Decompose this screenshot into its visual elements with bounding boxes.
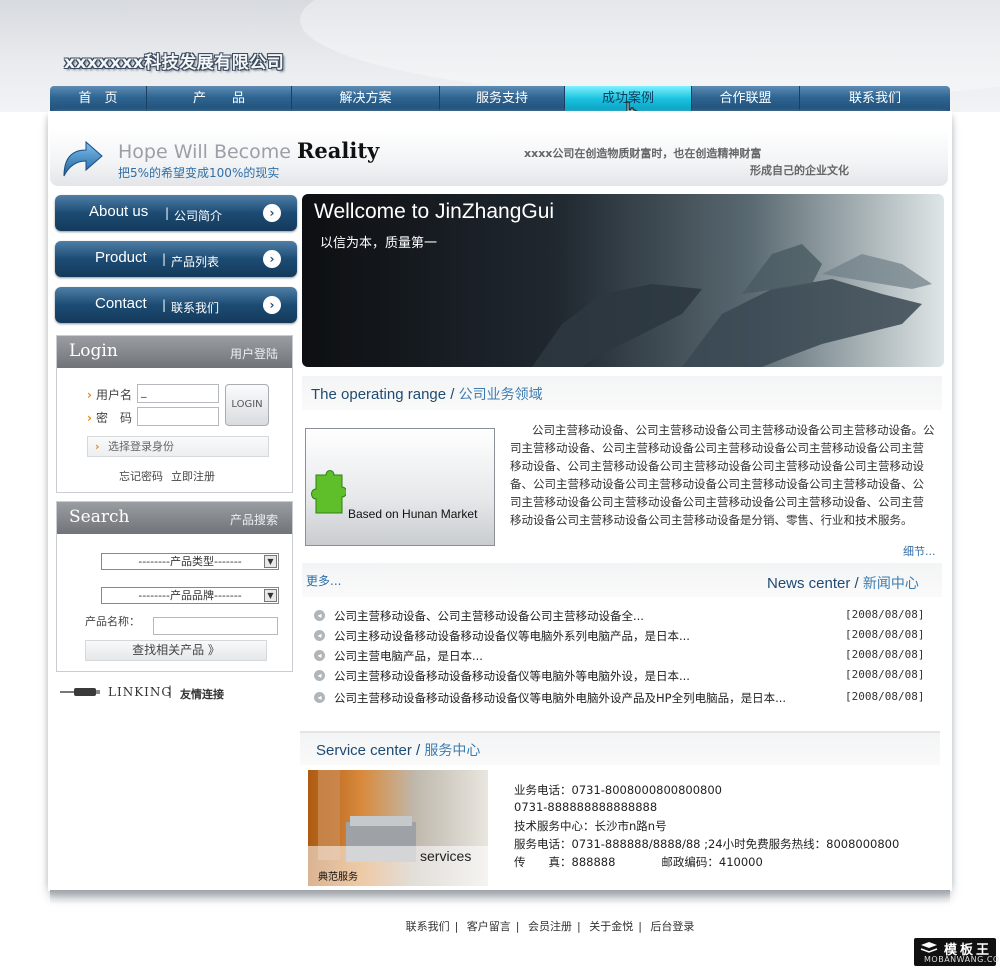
bullet-icon: ◂ (314, 630, 325, 641)
slogan-chinese: 把5%的希望变成100%的现实 (118, 166, 280, 180)
forgot-password-link[interactable]: 忘记密码 (119, 468, 163, 484)
news-title: News center / 新闻中心 (767, 575, 919, 592)
contact-line: 0731-888888888888888 (514, 800, 658, 814)
login-subtitle: 用户登陆 (229, 347, 278, 361)
news-item[interactable]: ◂ 公司主移动设备移动设备移动设备仪等电脑外系列电脑产品，是日本... [200… (314, 627, 934, 645)
contact-line: 业务电话：0731-8008000800800800 (514, 783, 722, 797)
search-panel: Search 产品搜索 --------产品类型------- ▼ ------… (56, 501, 293, 672)
puzzle-piece-icon (311, 470, 346, 514)
services-label: services (420, 848, 472, 864)
contact-line: 技术服务中心：长沙市n路n号 (514, 819, 667, 833)
dropdown-arrow-icon: ▼ (264, 589, 277, 602)
search-subtitle: 产品搜索 (229, 513, 278, 527)
watermark-logo: 模板王 MOBANWANG.COM (914, 938, 1000, 966)
register-link[interactable]: 立即注册 (171, 468, 215, 484)
nav-item-contact[interactable]: 联系我们 (800, 86, 950, 111)
footer-links: 联系我们 | 客户留言 | 会员注册 | 关于金悦 | 后台登录 (405, 920, 695, 933)
slogan-banner: Hope Will Become Reality 把5%的希望变成100%的现实 … (50, 128, 948, 186)
hero-subtitle: 以信为本，质量第一 (320, 236, 438, 251)
service-photo: services 典范服务 (308, 770, 488, 886)
main-nav: 首 页 产 品 解决方案 服务支持 成功案例 合作联盟 联系我们 (50, 86, 950, 111)
cable-plug-icon (60, 688, 100, 696)
nav-item-support[interactable]: 服务支持 (440, 86, 565, 111)
nav-item-solutions[interactable]: 解决方案 (292, 86, 440, 111)
service-title: Service center / 服务中心 (316, 742, 481, 759)
product-button[interactable]: Product | 产品列表 › (55, 241, 297, 277)
username-label: 用户名 (87, 386, 132, 403)
contact-line: 服务电话：0731-888888/8888/88 ;24小时免费服务热线：800… (514, 837, 900, 851)
login-panel-header: Login 用户登陆 (57, 336, 292, 368)
bullet-icon: ◂ (314, 650, 325, 661)
username-input[interactable]: _ (137, 384, 219, 403)
slogan-emphasis: Reality (296, 138, 380, 163)
footer-link-admin[interactable]: 后台登录 (650, 920, 694, 933)
contact-button[interactable]: Contact | 联系我们 › (55, 287, 297, 323)
company-name: xxxxxxx科技发展有限公司 (64, 53, 285, 73)
dropdown-arrow-icon: ▼ (264, 555, 277, 568)
product-name-input[interactable] (153, 617, 278, 635)
nav-item-alliance[interactable]: 合作联盟 (692, 86, 800, 111)
footer-link-message[interactable]: 客户留言 (467, 920, 511, 933)
identity-select[interactable]: 选择登录身份 (87, 436, 269, 457)
footer-link-register[interactable]: 会员注册 (528, 920, 572, 933)
news-more-link[interactable]: 更多... (306, 572, 341, 589)
product-type-select[interactable]: --------产品类型------- ▼ (101, 553, 279, 570)
bullet-icon: ◂ (314, 670, 325, 681)
search-panel-header: Search 产品搜索 (57, 502, 292, 534)
motto-line-1: xxxx公司在创造物质财富时，也在创造精神财富 (524, 147, 762, 160)
linking-subtitle[interactable]: 友情连接 (180, 686, 224, 702)
login-button[interactable]: LOGIN (225, 384, 269, 426)
news-item[interactable]: ◂ 公司主营移动设备移动设备移动设备仪等电脑外等电脑外设，是日本... [200… (314, 667, 934, 685)
contact-line: 传 真：888888 邮政编码：410000 (514, 855, 763, 869)
arrow-right-icon: › (263, 296, 281, 314)
operating-title: The operating range / 公司业务领域 (311, 386, 543, 403)
news-item[interactable]: ◂ 公司主营移动设备移动设备移动设备仪等电脑外电脑外设产品及HP全列电脑品，是日… (314, 689, 934, 707)
service-caption: 典范服务 (318, 872, 358, 883)
about-us-button[interactable]: About us | 公司简介 › (55, 195, 297, 231)
login-title: Login (69, 341, 118, 361)
friend-links: LINKING | 友情连接 (60, 684, 300, 702)
footer-link-contact[interactable]: 联系我们 (406, 920, 450, 933)
footer-link-about[interactable]: 关于金悦 (589, 920, 633, 933)
linking-title: LINKING (108, 685, 172, 699)
product-brand-select[interactable]: --------产品品牌------- ▼ (101, 587, 279, 604)
product-name-label: 产品名称： (85, 615, 140, 628)
hero-banner: Wellcome to JinZhangGui 以信为本，质量第一 (302, 194, 944, 367)
news-item[interactable]: ◂ 公司主营电脑产品，是日本... [2008/08/08] (314, 647, 934, 665)
bullet-icon: ◂ (314, 692, 325, 703)
stack-logo-icon (920, 942, 938, 953)
arrow-right-icon: › (263, 204, 281, 222)
password-input[interactable] (137, 407, 219, 426)
motto-line-2: 形成自己的企业文化 (750, 164, 849, 177)
business-description: 公司主营移动设备、公司主营移动设备公司主营移动设备公司主营移动设备。公司主营移动… (510, 423, 935, 527)
details-link[interactable]: 细节... (903, 543, 936, 559)
news-item[interactable]: ◂ 公司主营移动设备、公司主营移动设备公司主营移动设备全... [2008/08… (314, 607, 934, 625)
search-title: Search (69, 507, 130, 527)
thumbnail-caption: Based on Hunan Market (348, 507, 478, 521)
search-products-button[interactable]: 查找相关产品 》 (85, 640, 267, 661)
arrow-right-icon: › (263, 250, 281, 268)
curved-arrow-icon (63, 140, 103, 177)
hero-title: Wellcome to JinZhangGui (314, 200, 555, 223)
content-bottom-shadow (50, 890, 950, 904)
nav-item-products[interactable]: 产 品 (147, 86, 292, 111)
login-panel: Login 用户登陆 用户名 _ 密 码 LOGIN 选择登录身份 忘记密码 立… (56, 335, 293, 493)
password-label: 密 码 (87, 409, 132, 426)
slogan-english: Hope Will Become Reality (118, 138, 380, 163)
nav-item-home[interactable]: 首 页 (50, 86, 147, 111)
market-thumbnail[interactable]: Based on Hunan Market (305, 428, 495, 546)
bullet-icon: ◂ (314, 610, 325, 621)
